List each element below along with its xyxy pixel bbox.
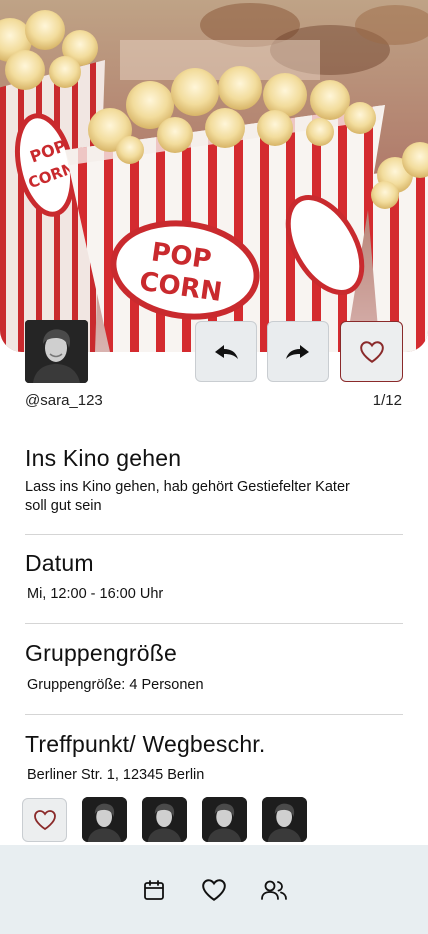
nav-calendar[interactable] — [140, 876, 168, 904]
meeting-section: Treffpunkt/ Wegbeschr. Berliner Str. 1, … — [25, 731, 403, 785]
group-heading: Gruppengröße — [25, 640, 177, 666]
event-section: Ins Kino gehen Lass ins Kino gehen, hab … — [25, 445, 403, 516]
heart-icon — [359, 340, 384, 363]
calendar-icon — [144, 879, 164, 900]
person-icon — [25, 320, 88, 383]
participant-avatar[interactable] — [202, 797, 247, 842]
person-icon — [202, 797, 247, 842]
divider — [25, 534, 403, 535]
event-title: Ins Kino gehen — [25, 445, 182, 471]
like-button[interactable] — [22, 797, 67, 842]
heart-icon — [33, 809, 56, 830]
date-heading: Datum — [25, 550, 94, 576]
participant-avatar[interactable] — [142, 797, 187, 842]
arrow-forward-icon — [286, 344, 309, 359]
meeting-value: Berliner Str. 1, 12345 Berlin — [27, 767, 205, 783]
event-detail-screen: POP CORN POP CORN @sara_123 1/12 Ins Kin… — [0, 0, 428, 934]
users-icon — [261, 880, 287, 900]
page-counter: 1/12 — [372, 392, 402, 409]
nav-groups[interactable] — [260, 876, 288, 904]
favorite-button[interactable] — [340, 321, 403, 382]
group-value: Gruppengröße: 4 Personen — [27, 677, 204, 693]
meeting-heading: Treffpunkt/ Wegbeschr. — [25, 731, 266, 757]
group-section: Gruppengröße Gruppengröße: 4 Personen — [25, 640, 403, 695]
date-value: Mi, 12:00 - 16:00 Uhr — [27, 586, 164, 602]
participants-row — [22, 797, 307, 842]
person-icon — [142, 797, 187, 842]
heart-icon — [202, 878, 226, 901]
person-icon — [82, 797, 127, 842]
forward-button[interactable] — [267, 321, 329, 382]
nav-favorites[interactable] — [200, 876, 228, 904]
person-avatar[interactable] — [25, 320, 88, 383]
participant-avatar[interactable] — [262, 797, 307, 842]
participant-avatar[interactable] — [82, 797, 127, 842]
divider — [25, 714, 403, 715]
username: @sara_123 — [25, 392, 103, 409]
back-button[interactable] — [195, 321, 257, 382]
person-icon — [262, 797, 307, 842]
bottom-navigation — [0, 845, 428, 934]
popcorn-illustration: POP CORN POP CORN — [0, 0, 428, 352]
divider — [25, 623, 403, 624]
date-section: Datum Mi, 12:00 - 16:00 Uhr — [25, 550, 403, 604]
event-description: Lass ins Kino gehen, hab gehört Gestiefe… — [25, 479, 350, 514]
arrow-back-icon — [215, 344, 238, 359]
popcorn-image: POP CORN POP CORN — [0, 0, 428, 352]
